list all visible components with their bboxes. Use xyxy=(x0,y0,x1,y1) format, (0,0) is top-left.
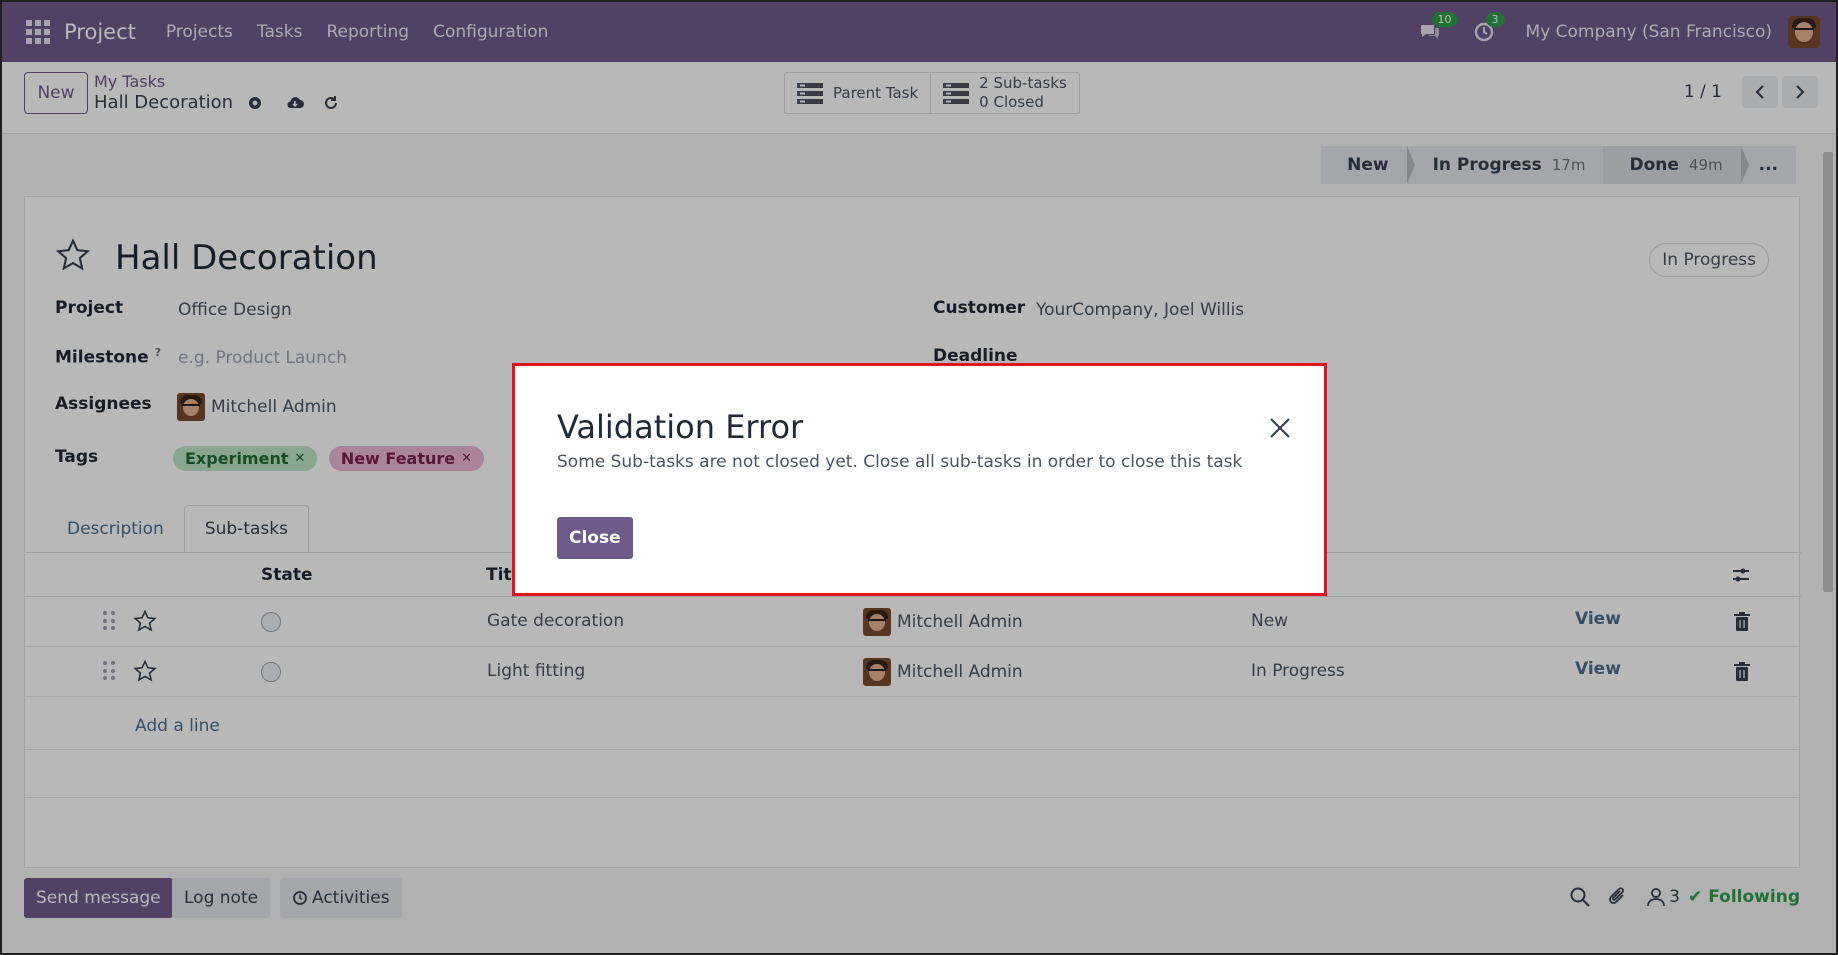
validation-error-dialog: Validation Error Some Sub-tasks are not … xyxy=(512,363,1327,596)
dialog-close-button[interactable]: Close xyxy=(557,517,633,559)
close-icon[interactable] xyxy=(1268,416,1292,440)
app-window: Project Projects Tasks Reporting Configu… xyxy=(0,0,1838,955)
dialog-message: Some Sub-tasks are not closed yet. Close… xyxy=(557,452,1243,472)
dialog-title: Validation Error xyxy=(557,408,804,446)
